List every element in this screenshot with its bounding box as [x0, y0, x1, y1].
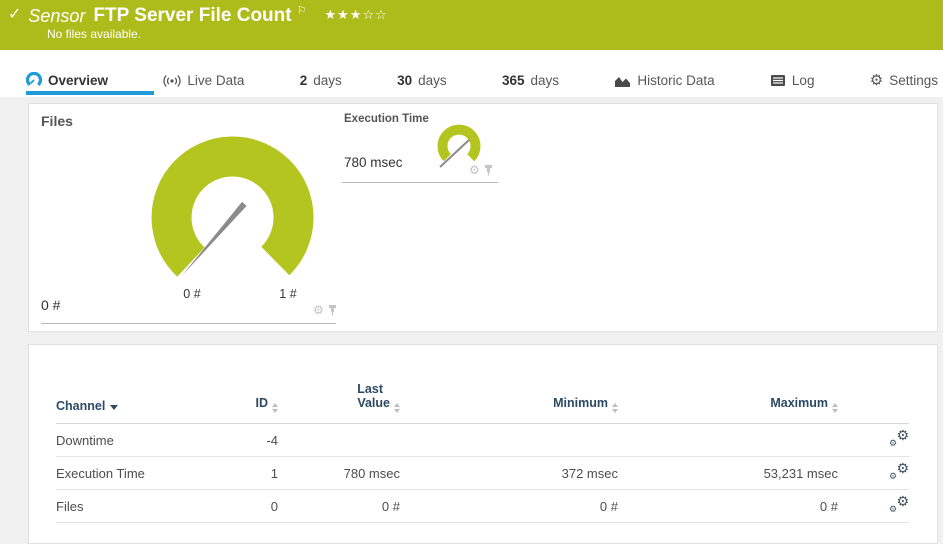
gauge-settings-gear-icon[interactable]: ⚙: [469, 164, 480, 176]
channel-settings-icon[interactable]: ⚙⚙: [889, 496, 909, 513]
sort-icon: [832, 403, 838, 413]
active-tab-indicator: [26, 91, 154, 95]
channel-last-value: 780 msec: [278, 466, 400, 481]
star-filled-icon[interactable]: ★: [337, 7, 350, 22]
star-filled-icon[interactable]: ★: [324, 7, 337, 22]
channel-minimum: 0 #: [400, 499, 618, 514]
channel-settings-icon[interactable]: ⚙⚙: [889, 430, 909, 447]
files-scale-min: 0 #: [172, 287, 212, 301]
tab-label: Settings: [889, 73, 938, 88]
tab-number: 2: [300, 73, 308, 88]
tab-number: 30: [397, 73, 412, 88]
column-header-channel[interactable]: Channel: [56, 399, 236, 413]
gauges-card: Files 0 # 1 # 0 # ⚙ Execution Time 780 m…: [28, 103, 938, 332]
channel-id: 1: [236, 466, 278, 481]
pin-icon[interactable]: [328, 304, 337, 316]
sensor-kind-label: Sensor: [28, 4, 85, 28]
column-header-label: Value: [357, 396, 390, 410]
column-header-label: Maximum: [770, 396, 828, 410]
live-data-icon: [163, 74, 181, 88]
tab-label: Log: [792, 73, 815, 88]
column-header-label: Last: [278, 382, 400, 396]
table-header-row: Channel ID Last Value Minimum Maximum: [56, 345, 909, 424]
tab-label: Overview: [48, 73, 108, 88]
channels-table-card: Channel ID Last Value Minimum Maximum Do…: [28, 344, 938, 544]
channel-maximum: 0 #: [618, 499, 838, 514]
tab-historic-data[interactable]: Historic Data: [614, 73, 714, 88]
status-check-icon: ✓: [8, 4, 21, 26]
tab-strip: Overview Live Data 2 days 30 days 365 da…: [0, 50, 943, 97]
tab-log[interactable]: Log: [770, 73, 815, 88]
tab-label: days: [418, 73, 447, 88]
star-empty-icon[interactable]: ☆: [375, 7, 388, 22]
files-gauge: [149, 133, 316, 284]
tab-live-data[interactable]: Live Data: [163, 73, 244, 88]
tab-365-days[interactable]: 365 days: [502, 73, 559, 88]
tab-2-days[interactable]: 2 days: [300, 73, 342, 88]
column-header-label: ID: [256, 396, 269, 410]
column-header-id[interactable]: ID: [236, 396, 278, 413]
channel-minimum: 372 msec: [400, 466, 618, 481]
column-header-last-value[interactable]: Last Value: [278, 382, 400, 413]
star-filled-icon[interactable]: ★: [350, 7, 363, 22]
pin-icon[interactable]: [484, 164, 493, 176]
tab-30-days[interactable]: 30 days: [397, 73, 447, 88]
sensor-title: FTP Server File Count: [93, 4, 291, 28]
channel-settings-icon[interactable]: ⚙⚙: [889, 463, 909, 480]
channel-id: 0: [236, 499, 278, 514]
execution-time-current-value: 780 msec: [344, 155, 403, 170]
channel-id: -4: [236, 433, 278, 448]
column-header-minimum[interactable]: Minimum: [400, 396, 618, 413]
files-panel-divider: [41, 323, 336, 324]
channels-table: Channel ID Last Value Minimum Maximum Do…: [56, 345, 909, 523]
tab-label: Historic Data: [637, 73, 714, 88]
tab-label: Live Data: [187, 73, 244, 88]
channel-name: Files: [56, 499, 236, 514]
gauge-settings-gear-icon[interactable]: ⚙: [313, 304, 324, 316]
column-header-label: Minimum: [553, 396, 608, 410]
tab-settings[interactable]: ⚙ Settings: [870, 73, 938, 88]
flag-icon[interactable]: ⚐: [297, 5, 307, 17]
table-row: Execution Time 1 780 msec 372 msec 53,23…: [56, 457, 909, 490]
tab-overview[interactable]: Overview: [26, 72, 108, 88]
channel-last-value: 0 #: [278, 499, 400, 514]
column-header-label: Channel: [56, 399, 105, 413]
sensor-status-bar: ✓ Sensor FTP Server File Count ⚐ ★★★☆☆ N…: [0, 0, 943, 50]
priority-rating[interactable]: ★★★☆☆: [324, 7, 387, 23]
channel-name: Downtime: [56, 433, 236, 448]
channel-name: Execution Time: [56, 466, 236, 481]
table-row: Files 0 0 # 0 # 0 # ⚙⚙: [56, 490, 909, 523]
column-header-maximum[interactable]: Maximum: [618, 396, 838, 413]
sensor-status-message: No files available.: [47, 27, 141, 41]
log-icon: [770, 74, 786, 87]
execution-time-panel-divider: [342, 182, 498, 183]
tab-label: days: [313, 73, 342, 88]
files-scale-max: 1 #: [268, 287, 308, 301]
star-empty-icon[interactable]: ☆: [362, 7, 375, 22]
files-gauge-title: Files: [41, 113, 73, 129]
table-row: Downtime -4 ⚙⚙: [56, 424, 909, 457]
historic-data-icon: [614, 74, 631, 88]
tab-number: 365: [502, 73, 525, 88]
tab-label: days: [530, 73, 559, 88]
sort-descending-icon: [110, 405, 118, 410]
files-current-value: 0 #: [41, 297, 60, 313]
execution-time-gauge-title: Execution Time: [344, 113, 429, 125]
channel-maximum: 53,231 msec: [618, 466, 838, 481]
gear-icon: ⚙: [870, 74, 883, 88]
gauge-icon: [26, 72, 42, 88]
